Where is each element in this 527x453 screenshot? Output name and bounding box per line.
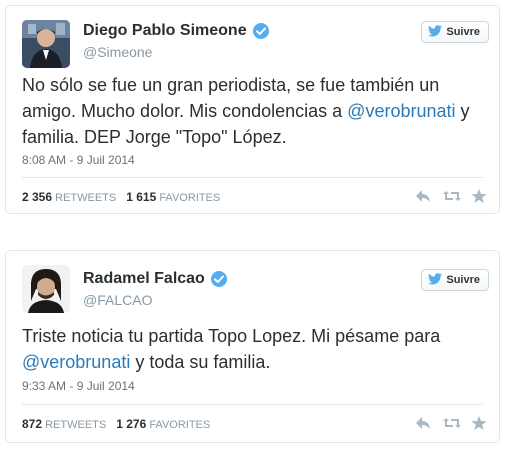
follow-button[interactable]: Suivre (421, 21, 489, 43)
mention-link[interactable]: @verobrunati (347, 101, 455, 121)
tweet-actions (415, 415, 487, 431)
reply-icon[interactable] (415, 415, 431, 431)
twitter-bird-icon (428, 24, 443, 40)
display-name[interactable]: Radamel Falcao (83, 270, 205, 288)
retweet-icon[interactable] (443, 415, 461, 431)
timestamp[interactable]: 9:33 AM - 9 Juil 2014 (22, 379, 135, 393)
retweet-icon[interactable] (443, 188, 461, 204)
follow-button[interactable]: Suivre (421, 269, 489, 291)
verified-badge-icon (210, 270, 228, 288)
favorite-count[interactable]: 1 276 FAVORITES (116, 417, 210, 431)
mention-link[interactable]: @verobrunati (22, 352, 130, 372)
tweet-card-falcao: Radamel Falcao @FALCAO Suivre Triste not… (5, 250, 500, 443)
star-icon[interactable] (471, 415, 487, 431)
tweet-text-part: Triste noticia tu partida Topo Lopez. Mi… (22, 326, 441, 346)
avatar[interactable] (22, 20, 70, 68)
follow-label: Suivre (446, 26, 480, 38)
twitter-bird-icon (428, 272, 443, 288)
retweet-count[interactable]: 872 RETWEETS (22, 417, 106, 431)
follow-label: Suivre (446, 274, 480, 286)
user-handle[interactable]: @FALCAO (83, 292, 152, 308)
divider (22, 177, 483, 178)
tweet-text: No sólo se fue un gran periodista, se fu… (22, 72, 483, 150)
divider (22, 404, 483, 405)
tweet-actions (415, 188, 487, 204)
star-icon[interactable] (471, 188, 487, 204)
avatar[interactable] (22, 265, 70, 313)
tweet-stats: 872 RETWEETS 1 276 FAVORITES (22, 417, 210, 431)
favorite-count[interactable]: 1 615 FAVORITES (126, 190, 220, 204)
retweet-count[interactable]: 2 356 RETWEETS (22, 190, 116, 204)
tweet-card-simeone: Diego Pablo Simeone @Simeone Suivre No s… (5, 5, 500, 214)
reply-icon[interactable] (415, 188, 431, 204)
tweet-text-part: y toda su familia. (130, 352, 271, 372)
timestamp[interactable]: 8:08 AM - 9 Juil 2014 (22, 153, 135, 167)
display-name[interactable]: Diego Pablo Simeone (83, 22, 247, 40)
verified-badge-icon (252, 22, 270, 40)
tweet-stats: 2 356 RETWEETS 1 615 FAVORITES (22, 190, 220, 204)
user-handle[interactable]: @Simeone (83, 44, 152, 60)
tweet-text: Triste noticia tu partida Topo Lopez. Mi… (22, 323, 483, 375)
